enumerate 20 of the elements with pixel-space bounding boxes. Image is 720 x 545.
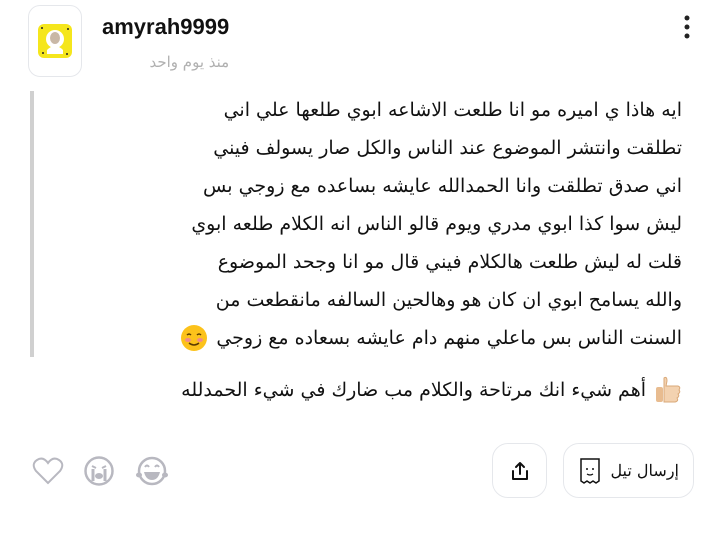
laughing-face-icon[interactable] (136, 456, 168, 486)
more-icon[interactable] (684, 15, 690, 39)
quote-line: السنت الناس بس ماعلي منهم دام عايشه بسعاده مع زوجي (216, 326, 682, 351)
share-icon (510, 460, 530, 480)
username[interactable]: amyrah9999 (102, 13, 230, 41)
crying-face-icon[interactable] (84, 456, 114, 486)
quote-line: قلت له ليش طلعت هالكلام فيني قال مو انا وجحد الموضوع (218, 250, 682, 275)
smiling-face-icon (180, 324, 208, 352)
quote-line: تطلقت وانتشر الموضوع عند الناس والكل صار يسولف فيني (213, 136, 682, 161)
quote-line: اني صدق تطلقت وانا الحمدالله عايشه بساعده مع زوجي بس (203, 174, 682, 199)
thumbs-up-icon (654, 375, 682, 405)
heart-icon[interactable] (32, 456, 64, 486)
quote-line: ايه هاذا ي اميره مو انا طلعت الاشاعه ابوي طلعها علي اني (224, 98, 682, 123)
quote-line: ليش سوا كذا ابوي مدري ويوم قالو الناس انه الكلام طلعه ابوي (191, 212, 682, 237)
quote-line: والله يسامح ابوي ان كان هو وهالحين السالفه مانقطعت من (216, 288, 682, 313)
reply-text: أهم شيء انك مرتاحة والكلام مب ضارك في شيء الحمدلله (181, 376, 646, 403)
post-time: منذ يوم واحد (148, 52, 230, 73)
paper-note-icon (578, 456, 602, 484)
send-button[interactable]: إرسال تيل (563, 443, 694, 498)
share-button[interactable] (492, 443, 548, 498)
